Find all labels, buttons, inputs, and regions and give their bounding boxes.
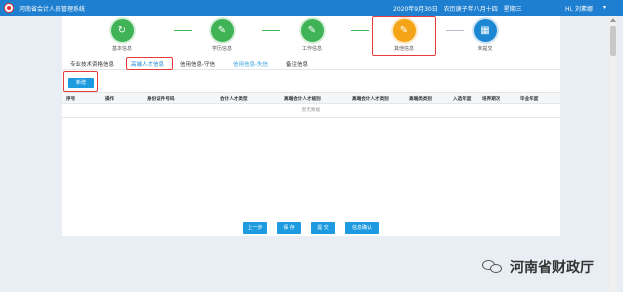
submit-button[interactable]: 提 交	[311, 222, 335, 234]
empty-message: 暂无数据	[62, 104, 560, 118]
watermark-text: 河南省财政厅	[510, 260, 594, 276]
step-connector	[262, 30, 280, 31]
action-buttons: 上一步 保 存 提 交 信息确认	[62, 222, 560, 236]
user-greeting[interactable]: Hi, 刘素娜	[565, 4, 593, 13]
column-header: 高端类类别	[409, 97, 432, 102]
step-label: 基本信息	[111, 46, 132, 52]
step-label: 学历信息	[211, 46, 232, 52]
top-bar: 河南省会计人员管理系统 2020年9月30日 农历庚子年八月十四 星期三 Hi,…	[0, 0, 623, 16]
app-title: 河南省会计人员管理系统	[19, 6, 86, 13]
column-header: 高端会计人才类别	[352, 97, 389, 102]
column-header: 高端会计人才级别	[284, 97, 321, 102]
save-button[interactable]: 保 存	[277, 222, 301, 234]
refresh-icon: ↻	[110, 19, 134, 42]
tab-professional-qualification[interactable]: 专业技术资格信息	[70, 60, 114, 68]
column-header: 入选年度	[453, 97, 472, 102]
scrollbar-thumb[interactable]	[610, 26, 616, 56]
wechat-icon	[482, 259, 504, 275]
column-header: 身份证件号码	[147, 97, 175, 102]
date-display: 2020年9月30日 农历庚子年八月十四 星期三	[393, 6, 522, 13]
step-label: 工作信息	[301, 46, 322, 52]
highlight-box	[126, 57, 173, 70]
table-header: 序号 操作 身份证件号码 会计人才类型 高端会计人才级别 高端会计人才类别 高端…	[62, 92, 560, 104]
step-education-info[interactable]: ✎ 学历信息	[192, 19, 252, 52]
step-work-info[interactable]: ✎ 工作信息	[282, 19, 342, 52]
confirm-info-button[interactable]: 信息确认	[345, 222, 379, 234]
prev-button[interactable]: 上一步	[243, 222, 267, 234]
tab-remarks[interactable]: 备注信息	[286, 60, 308, 68]
column-header: 操作	[105, 97, 115, 102]
column-header: 培养期次	[482, 97, 501, 102]
step-basic-info[interactable]: ↻ 基本信息	[92, 19, 152, 52]
emblem-icon	[4, 3, 14, 13]
scrollbar[interactable]	[609, 16, 617, 292]
tab-credit-trustworthy[interactable]: 信用信息-守信	[180, 60, 215, 68]
calendar-icon: ▦	[473, 19, 497, 42]
step-connector	[174, 30, 192, 31]
tab-credit-dishonest[interactable]: 信用信息-失信	[233, 60, 268, 68]
step-label: 未提交	[477, 46, 493, 52]
scroll-up-icon[interactable]	[610, 18, 616, 22]
content-panel: 专业技术资格信息 高端人才信息 信用信息-守信 信用信息-失信 备注信息 新增 …	[62, 56, 560, 236]
edit-icon: ✎	[300, 19, 324, 42]
highlight-box	[372, 16, 436, 56]
progress-steps: ↻ 基本信息 ✎ 学历信息 ✎ 工作信息 ✎ 其他信息 ▦ 未提交	[62, 16, 560, 56]
highlight-box	[63, 71, 98, 92]
column-header: 序号	[66, 97, 76, 102]
data-table: 序号 操作 身份证件号码 会计人才类型 高端会计人才级别 高端会计人才类别 高端…	[62, 92, 560, 118]
step-connector	[351, 30, 369, 31]
column-header: 会计人才类型	[220, 97, 248, 102]
column-header: 毕业年度	[520, 97, 539, 102]
step-unsubmitted[interactable]: ▦ 未提交	[455, 19, 515, 52]
chevron-down-icon[interactable]: ▾	[603, 4, 606, 11]
watermark: 河南省财政厅	[482, 254, 594, 280]
edit-icon: ✎	[210, 19, 234, 42]
